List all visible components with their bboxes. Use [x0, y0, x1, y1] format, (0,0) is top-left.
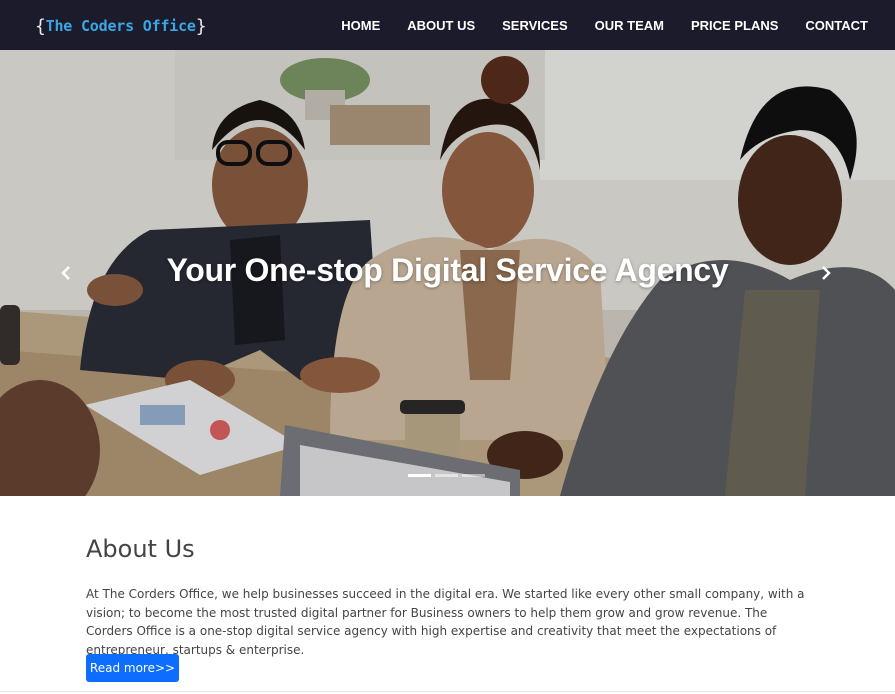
brand-name: The Coders Office — [45, 17, 196, 35]
carousel-indicator-3[interactable] — [462, 474, 485, 477]
nav-menu: HOME ABOUT US SERVICES OUR TEAM PRICE PL… — [314, 0, 868, 50]
about-paragraph: At The Corders Office, we help businesse… — [86, 587, 805, 657]
divider — [0, 691, 895, 692]
hero-title: Your One-stop Digital Service Agency — [166, 252, 729, 288]
brand-open-brace: { — [35, 15, 46, 37]
nav-link-price-plans[interactable]: PRICE PLANS — [691, 18, 778, 33]
nav-link-services[interactable]: SERVICES — [502, 18, 568, 33]
carousel-prev-button[interactable] — [56, 263, 76, 283]
hero-carousel: Your One-stop Digital Service Agency — [0, 50, 895, 496]
chevron-left-icon — [61, 266, 70, 280]
chevron-right-icon — [822, 266, 831, 280]
brand-logo[interactable]: { The Coders Office } — [35, 14, 207, 38]
nav-link-contact[interactable]: CONTACT — [805, 18, 868, 33]
about-heading: About Us — [86, 535, 195, 563]
read-more-button[interactable]: Read more>> — [86, 654, 179, 682]
nav-link-home[interactable]: HOME — [341, 18, 380, 33]
navbar: { The Coders Office } HOME ABOUT US SERV… — [0, 0, 895, 50]
carousel-indicator-1[interactable] — [408, 474, 431, 477]
carousel-next-button[interactable] — [816, 263, 836, 283]
carousel-indicators — [408, 474, 485, 477]
nav-link-about-us[interactable]: ABOUT US — [407, 18, 475, 33]
carousel-indicator-2[interactable] — [435, 474, 458, 477]
brand-close-brace: } — [195, 15, 207, 37]
nav-link-our-team[interactable]: OUR TEAM — [595, 18, 664, 33]
